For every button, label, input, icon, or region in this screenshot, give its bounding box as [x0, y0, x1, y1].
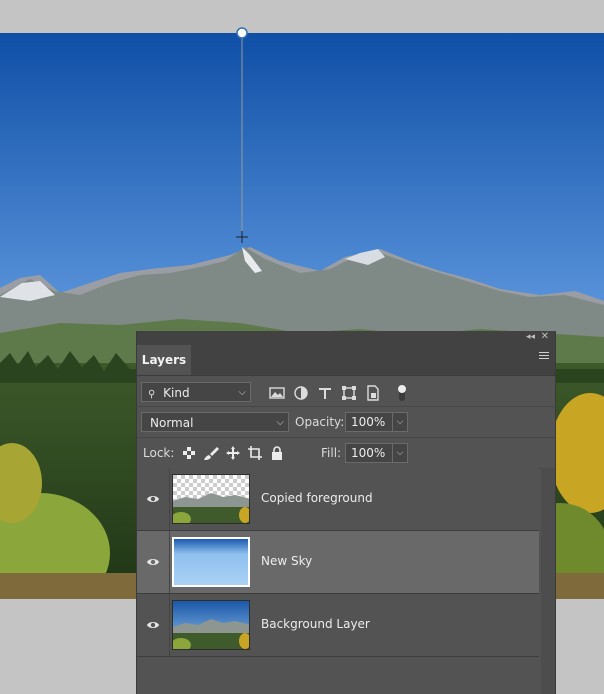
adjustment-filter-icon[interactable] — [293, 385, 309, 401]
layer-thumbnail — [172, 474, 250, 524]
layers-panel: ◂◂ ✕ Layers ⚲ Kind ⌵ Normal ⌵ Opacity: 1… — [136, 331, 556, 694]
lock-all-icon[interactable] — [269, 445, 285, 461]
kind-filter-label: Kind — [163, 386, 190, 400]
eye-icon — [147, 559, 159, 565]
panel-titlebar: ◂◂ ✕ — [137, 331, 555, 345]
layer-thumbnail — [172, 600, 250, 650]
chevron-down-icon: ⌵ — [276, 417, 284, 428]
visibility-toggle[interactable] — [137, 468, 170, 530]
lock-image-pixels-brush-icon[interactable] — [203, 445, 219, 461]
lock-artboard-crop-icon[interactable] — [247, 445, 263, 461]
close-icon[interactable]: ✕ — [541, 331, 549, 342]
layer-name: New Sky — [261, 554, 313, 568]
chevron-down-icon: ⌵ — [238, 387, 246, 398]
opacity-label: Opacity: — [295, 415, 345, 429]
lock-position-move-icon[interactable] — [225, 445, 241, 461]
layer-name: Background Layer — [261, 617, 370, 631]
search-icon: ⚲ — [148, 389, 156, 400]
fill-dropdown-button[interactable]: ⌵ — [392, 443, 408, 463]
blend-mode-dropdown[interactable]: Normal ⌵ — [141, 412, 289, 432]
blend-mode-value: Normal — [150, 416, 194, 430]
lock-transparent-pixels-icon[interactable] — [181, 445, 197, 461]
layer-thumbnail — [172, 537, 250, 587]
layer-list: Copied foreground New Sky Background Lay… — [137, 468, 539, 658]
layer-list-scrollbar[interactable] — [541, 468, 555, 694]
lock-row: Lock: Fill: 100% ⌵ — [137, 438, 555, 469]
layer-row-copied-foreground[interactable]: Copied foreground — [137, 468, 539, 531]
lock-label: Lock: — [143, 446, 175, 460]
panel-menu-icon[interactable] — [539, 352, 549, 362]
shape-filter-icon[interactable] — [341, 385, 357, 401]
fill-label: Fill: — [321, 446, 342, 460]
type-filter-icon[interactable] — [317, 385, 333, 401]
opacity-dropdown-button[interactable]: ⌵ — [392, 412, 408, 432]
kind-filter-dropdown[interactable]: ⚲ Kind ⌵ — [141, 382, 251, 402]
eye-icon — [147, 496, 159, 502]
image-filter-icon[interactable] — [269, 385, 285, 401]
visibility-toggle[interactable] — [137, 594, 170, 656]
layer-row-new-sky[interactable]: New Sky — [137, 531, 539, 594]
layer-name: Copied foreground — [261, 491, 373, 505]
fill-input[interactable]: 100% — [345, 443, 393, 463]
filter-toggle-icon[interactable] — [397, 383, 407, 403]
layer-row-background[interactable]: Background Layer — [137, 594, 539, 657]
collapse-icon[interactable]: ◂◂ — [526, 332, 535, 342]
filter-row: ⚲ Kind ⌵ — [137, 376, 555, 407]
visibility-toggle[interactable] — [137, 531, 170, 593]
eye-icon — [147, 622, 159, 628]
tab-layers[interactable]: Layers — [137, 345, 191, 375]
blend-row: Normal ⌵ Opacity: 100% ⌵ — [137, 407, 555, 438]
opacity-input[interactable]: 100% — [345, 412, 393, 432]
smart-object-filter-icon[interactable] — [365, 385, 381, 401]
panel-tab-row: Layers — [137, 345, 555, 376]
